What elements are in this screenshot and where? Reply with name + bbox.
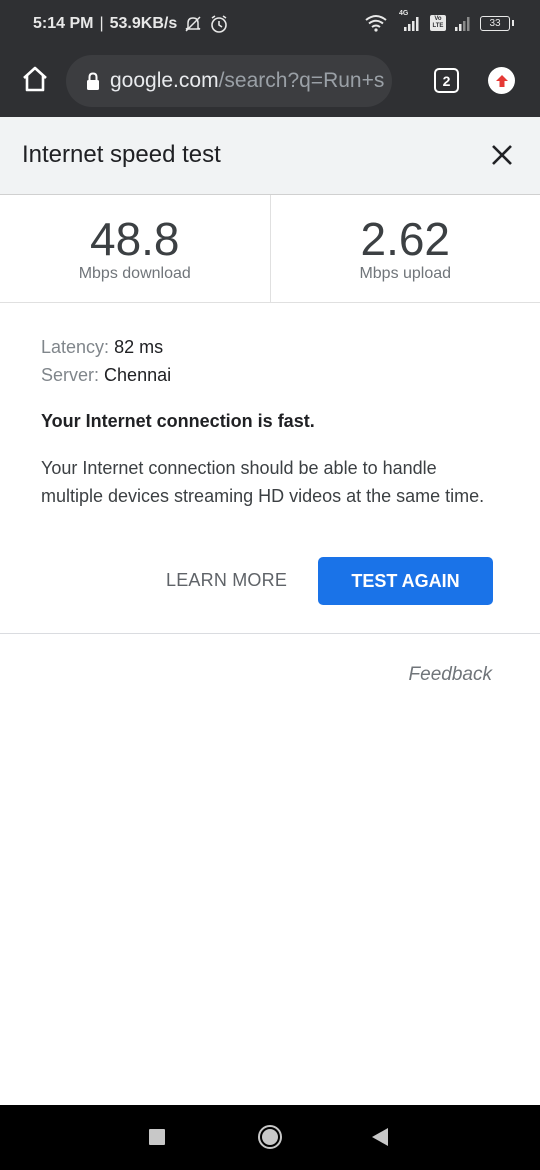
volte-top: Vo [434, 16, 442, 22]
signal-4g-icon: 4G [396, 10, 422, 32]
latency-row: Latency: 82 ms [41, 333, 501, 361]
server-value: Chennai [104, 365, 172, 385]
wifi-icon [365, 15, 387, 32]
url-host: google.com [110, 69, 219, 92]
update-button[interactable] [488, 67, 515, 94]
upload-value: 2.62 [360, 213, 451, 265]
download-label: Mbps download [78, 265, 191, 282]
description-text: Your Internet connection should be able … [41, 458, 485, 506]
status-bar: 5:14 PM | 53.9KB/s 4G Vo LTE 33 [0, 0, 540, 48]
battery-icon: 33 [480, 15, 514, 31]
latency-key: Latency: [41, 337, 110, 357]
url-text[interactable]: google.com/search?q=Run+s [110, 69, 384, 93]
alarm-icon [211, 15, 228, 33]
latency-value: 82 ms [114, 337, 164, 357]
upload-result: 2.62 Mbps upload [269, 195, 540, 302]
download-result: 48.8 Mbps download [0, 195, 270, 302]
download-value: 48.8 [89, 213, 180, 265]
home-button[interactable] [20, 64, 50, 94]
network-speed: 53.9KB/s [109, 15, 178, 32]
lock-icon [87, 72, 99, 90]
server-row: Server: Chennai [41, 361, 501, 389]
back-icon [372, 1128, 388, 1146]
test-again-button[interactable]: TEST AGAIN [318, 557, 493, 605]
speed-results: 48.8 Mbps download 2.62 Mbps upload [0, 195, 540, 303]
test-again-label: TEST AGAIN [351, 570, 460, 591]
close-button[interactable] [488, 141, 516, 169]
feedback-link[interactable]: Feedback [409, 664, 492, 686]
address-bar[interactable]: google.com/search?q=Run+s [66, 55, 392, 107]
speed-details: Latency: 82 ms Server: Chennai Your Inte… [41, 333, 501, 510]
home-icon [23, 66, 47, 92]
browser-toolbar: google.com/search?q=Run+s 2 [0, 48, 540, 117]
url-path: /search?q=Run+s [218, 69, 385, 92]
verdict-text: Your Internet connection is fast. [41, 411, 315, 431]
volte-bottom: LTE [432, 23, 444, 29]
home-nav-button[interactable] [258, 1125, 282, 1149]
server-key: Server: [41, 365, 100, 385]
signal-icon [455, 17, 470, 31]
clock: 5:14 PM [33, 15, 94, 32]
divider [0, 633, 540, 634]
speed-test-header: Internet speed test [0, 117, 540, 195]
battery-level: 33 [489, 17, 501, 29]
page-title: Internet speed test [22, 141, 221, 168]
mute-notifications-icon [185, 16, 201, 32]
close-icon [492, 145, 512, 165]
upload-label: Mbps upload [359, 265, 452, 282]
recents-button[interactable] [149, 1129, 165, 1145]
tab-count: 2 [442, 72, 451, 89]
learn-more-button[interactable]: LEARN MORE [166, 570, 287, 591]
separator: | [99, 15, 104, 32]
system-nav-bar [0, 1105, 540, 1170]
tab-switcher-button[interactable]: 2 [434, 68, 459, 93]
volte-icon: Vo LTE [430, 15, 446, 31]
update-icon [495, 74, 508, 87]
back-button[interactable] [372, 1128, 388, 1151]
home-nav-icon [262, 1129, 278, 1145]
